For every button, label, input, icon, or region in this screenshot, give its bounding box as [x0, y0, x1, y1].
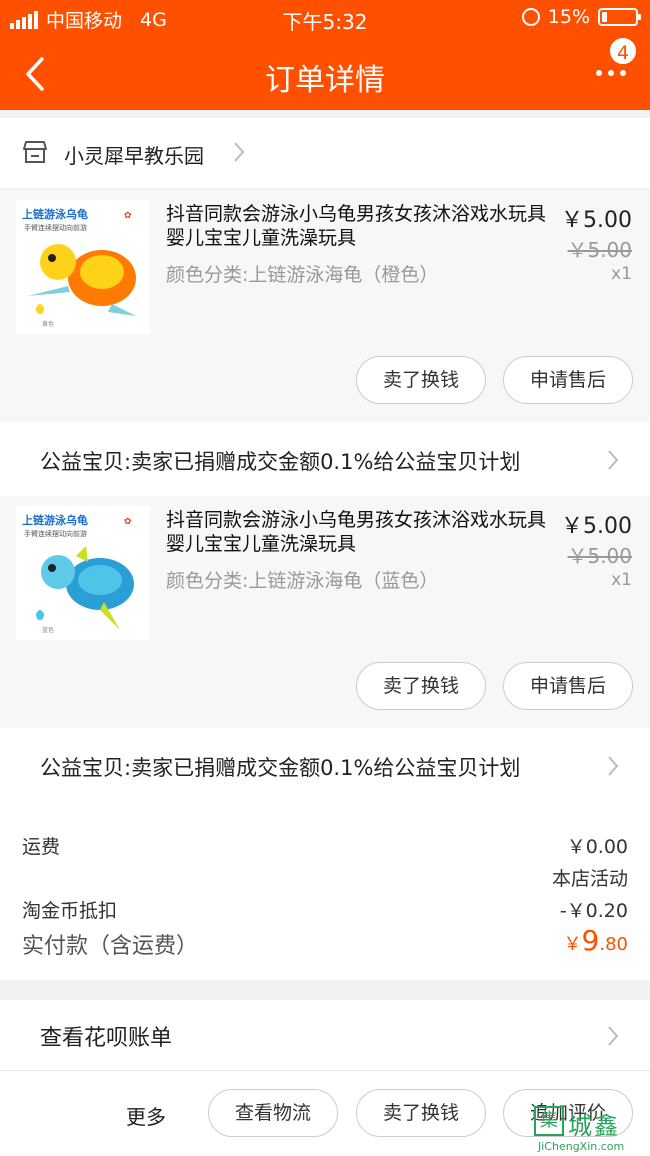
paid-label: 实付款（含运费）	[22, 934, 199, 959]
product-original-price: ￥5.00	[567, 544, 632, 568]
watermark-cn: 城鑫	[568, 1112, 620, 1140]
product-image[interactable]: 上链游泳乌龟 手臂连续摆动向前游 ✿ 黄色	[16, 200, 150, 334]
product-sku: 颜色分类:上链游泳海龟（蓝色）	[166, 570, 439, 592]
store-activity-label: 本店活动	[551, 868, 628, 890]
store-icon	[23, 141, 47, 163]
charity-text: 公益宝贝:卖家已捐赠成交金额0.1%给公益宝贝计划	[40, 756, 521, 780]
rotation-lock-icon	[521, 8, 540, 26]
watermark-en: JiChengXin.com	[538, 1140, 625, 1153]
coin-deduction-value: -￥0.20	[559, 900, 628, 922]
store-row[interactable]: 小灵犀早教乐园	[0, 118, 650, 188]
order-summary: 运费 ￥0.00 本店活动 淘金币抵扣 -￥0.20 实付款（含运费） ￥9.8…	[0, 804, 650, 980]
product-original-price: ￥5.00	[567, 238, 632, 262]
product-sku: 颜色分类:上链游泳海龟（橙色）	[166, 264, 439, 286]
huabei-bill-row[interactable]: 查看花呗账单	[0, 1000, 650, 1070]
product-title[interactable]: 抖音同款会游泳小乌龟男孩女孩沐浴戏水玩具婴儿宝宝儿童洗澡玩具	[166, 202, 556, 250]
after-sale-button[interactable]: 申请售后	[503, 356, 633, 404]
after-sale-button[interactable]: 申请售后	[503, 662, 633, 710]
svg-text:✿: ✿	[124, 517, 132, 527]
chevron-right-icon	[232, 140, 246, 164]
product-price: ￥5.00	[561, 514, 632, 539]
shipping-label: 运费	[22, 836, 61, 858]
product-quantity: x1	[611, 264, 632, 284]
sell-button[interactable]: 卖了换钱	[356, 356, 486, 404]
product-image[interactable]: 上链游泳乌龟 手臂连续摆动向前游 ✿ 蓝色	[16, 506, 150, 640]
message-badge: 4	[608, 36, 638, 66]
huabei-bill-label: 查看花呗账单	[40, 1026, 173, 1051]
svg-text:手臂连续摆动向前游: 手臂连续摆动向前游	[24, 529, 87, 538]
chevron-right-icon	[606, 448, 620, 472]
product-title[interactable]: 抖音同款会游泳小乌龟男孩女孩沐浴戏水玩具婴儿宝宝儿童洗澡玩具	[166, 508, 556, 556]
chevron-right-icon	[606, 1024, 620, 1048]
svg-text:✿: ✿	[124, 211, 132, 221]
product-quantity: x1	[611, 570, 632, 590]
more-actions-button[interactable]: 更多	[126, 1101, 166, 1130]
coin-deduction-label: 淘金币抵扣	[22, 900, 118, 922]
order-item[interactable]: 上链游泳乌龟 手臂连续摆动向前游 ✿ 黄色 抖音同款会游泳小乌龟男孩女孩沐浴戏水…	[0, 190, 650, 422]
top-bar: 中国移动 4G 下午5:32 15% 订单详情 4	[0, 0, 650, 110]
watermark-logo: 集 城鑫 JiChengXin.com	[530, 1104, 646, 1154]
product-price: ￥5.00	[561, 208, 632, 233]
battery-percent: 15%	[547, 6, 590, 28]
page-title: 订单详情	[265, 63, 385, 98]
battery-icon	[598, 8, 641, 26]
shipping-value: ￥0.00	[566, 836, 628, 858]
store-name: 小灵犀早教乐园	[64, 144, 204, 168]
chevron-right-icon	[606, 754, 620, 778]
svg-text:上链游泳乌龟: 上链游泳乌龟	[22, 513, 88, 527]
svg-text:上链游泳乌龟: 上链游泳乌龟	[22, 207, 88, 221]
view-logistics-button[interactable]: 查看物流	[208, 1089, 338, 1137]
charity-row[interactable]: 公益宝贝:卖家已捐赠成交金额0.1%给公益宝贝计划	[0, 422, 650, 498]
svg-text:黄色: 黄色	[42, 320, 54, 328]
svg-text:手臂连续摆动向前游: 手臂连续摆动向前游	[24, 223, 87, 232]
svg-text:蓝色: 蓝色	[42, 626, 54, 634]
order-item[interactable]: 上链游泳乌龟 手臂连续摆动向前游 ✿ 蓝色 抖音同款会游泳小乌龟男孩女孩沐浴戏水…	[0, 496, 650, 728]
sell-button[interactable]: 卖了换钱	[356, 662, 486, 710]
paid-amount: ￥9.80	[563, 924, 628, 957]
sell-button[interactable]: 卖了换钱	[356, 1089, 486, 1137]
watermark-box: 集	[534, 1106, 564, 1136]
charity-text: 公益宝贝:卖家已捐赠成交金额0.1%给公益宝贝计划	[40, 450, 521, 474]
status-right: 15%	[521, 6, 641, 28]
more-icon	[596, 70, 626, 76]
status-bar: 中国移动 4G 下午5:32 15%	[0, 0, 650, 36]
charity-row[interactable]: 公益宝贝:卖家已捐赠成交金额0.1%给公益宝贝计划	[0, 728, 650, 804]
